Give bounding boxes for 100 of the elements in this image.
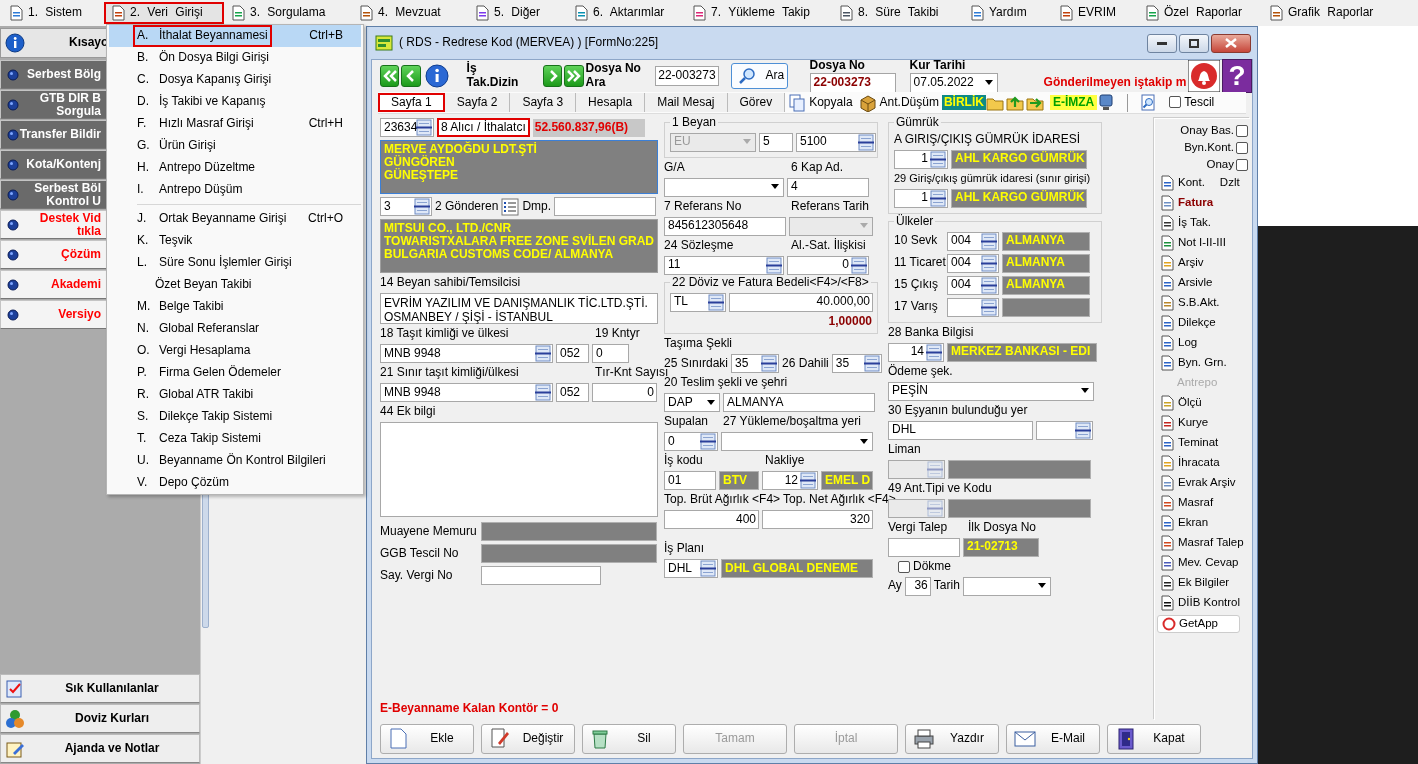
tab[interactable]: Görev	[727, 93, 786, 112]
lookup-field[interactable]: 35	[831, 354, 882, 374]
lookup-field[interactable]: MNB 9948	[380, 383, 553, 402]
lookup-button[interactable]	[981, 254, 997, 272]
menu-item[interactable]: P. Firma Gelen Ödemeler	[109, 362, 361, 384]
text-field[interactable]: 36	[904, 576, 931, 596]
monitor-icon[interactable]	[1097, 93, 1116, 112]
menu-item[interactable]: 8. Süre Takibi	[832, 2, 963, 24]
button[interactable]: Sil	[582, 724, 676, 754]
checkbox[interactable]: Byn.Kont.	[1157, 139, 1248, 156]
bell-icon[interactable]	[1188, 60, 1221, 92]
lookup-button[interactable]	[981, 276, 997, 294]
menu-item[interactable]: R. Global ATR Takibi	[109, 384, 361, 406]
side-item[interactable]: Fatura	[1157, 193, 1248, 213]
tab[interactable]: Sayfa 2	[444, 93, 511, 112]
menu-item[interactable]: 5. Diğer	[468, 2, 567, 24]
lookup-button[interactable]	[926, 343, 942, 361]
dropdown[interactable]: PEŞİN	[888, 381, 1094, 401]
lookup-button[interactable]	[800, 472, 816, 490]
side-item[interactable]: İhracata	[1157, 453, 1248, 473]
tab[interactable]: Sayfa 3	[510, 93, 577, 112]
menu-item[interactable]: 4. Mevzuat	[352, 2, 468, 24]
sidebar-button[interactable]: Sık Kullanılanlar	[0, 674, 200, 703]
side-button[interactable]: GetApp	[1157, 615, 1240, 633]
toolbar-button[interactable]: BİRLİK	[941, 94, 986, 111]
text-field[interactable]: 5	[759, 132, 793, 152]
side-item[interactable]: Evrak Arşiv	[1157, 473, 1248, 493]
dropdown[interactable]: DAP	[664, 393, 720, 413]
lookup-button[interactable]	[708, 293, 724, 311]
lookup-button[interactable]	[858, 133, 874, 151]
side-item[interactable]: İş Tak.	[1157, 213, 1248, 233]
text-field[interactable]: 052	[556, 383, 589, 402]
copy-button[interactable]: Kopyala	[785, 93, 856, 112]
side-item[interactable]: Dzlt	[1219, 176, 1240, 190]
close-button[interactable]	[1211, 33, 1251, 53]
menu-item[interactable]: Grafik Raporlar	[1262, 2, 1392, 24]
button[interactable]: Kapat	[1107, 724, 1201, 754]
lookup-field[interactable]	[1036, 420, 1093, 440]
lookup-button[interactable]	[535, 345, 551, 362]
first-button[interactable]	[380, 65, 400, 87]
menu-item[interactable]: A. İthalat Beyannamesi Ctrl+B	[109, 25, 361, 47]
text-field[interactable]: 052	[556, 344, 589, 363]
lookup-button[interactable]	[863, 355, 880, 373]
menu-item[interactable]: O. Vergi Hesaplama	[109, 340, 361, 362]
checkbox[interactable]: Onay	[1157, 156, 1248, 173]
menu-item[interactable]: 6. Aktarımlar	[567, 2, 685, 24]
side-item[interactable]: Teminat	[1157, 433, 1248, 453]
text-field[interactable]: 400	[664, 510, 759, 530]
lookup-field[interactable]: MNB 9948	[380, 344, 553, 363]
tab[interactable]: Sayfa 1	[378, 93, 445, 112]
lookup-field[interactable]: 1	[894, 188, 948, 208]
lookup-field[interactable]: 1	[894, 149, 948, 169]
text-field[interactable]: 40.000,00	[729, 292, 873, 312]
toolbar-button[interactable]: Ant.Düşüm	[855, 93, 942, 112]
button[interactable]: Yazdır	[905, 724, 999, 754]
info-button[interactable]	[424, 64, 449, 88]
lookup-button[interactable]	[416, 119, 432, 136]
side-item[interactable]: Ekran	[1157, 513, 1248, 533]
text-field[interactable]	[888, 537, 960, 557]
minimize-button[interactable]	[1147, 33, 1177, 53]
menu-item[interactable]: 1. Sistem	[2, 2, 104, 24]
lookup-button[interactable]	[981, 232, 997, 250]
lookup-field[interactable]: 23634	[380, 118, 434, 137]
text-field[interactable]: DHL	[888, 420, 1033, 440]
button[interactable]: E-Mail	[1006, 724, 1100, 754]
lookup-field[interactable]: 0	[787, 255, 869, 275]
lookup-button[interactable]	[535, 384, 551, 401]
search-button[interactable]: Ara	[730, 63, 788, 89]
side-item[interactable]: Masraf Talep	[1157, 533, 1248, 553]
menu-item[interactable]: U. Beyanname Ön Kontrol Bilgileri	[109, 450, 361, 472]
side-item[interactable]: Masraf	[1157, 493, 1248, 513]
lookup-field[interactable]: 5100	[796, 132, 876, 152]
side-item[interactable]: Not I-II-III	[1157, 233, 1248, 253]
previous-button[interactable]	[401, 65, 421, 87]
sidebar-button[interactable]: Ajanda ve Notlar	[0, 734, 200, 763]
menu-item[interactable]: S. Dilekçe Takip Sistemi	[109, 406, 361, 428]
side-item[interactable]: Ek Bilgiler	[1157, 573, 1248, 593]
last-button[interactable]	[564, 65, 584, 87]
menu-item[interactable]: 7. Yükleme Takip	[685, 2, 832, 24]
side-item[interactable]: Kont. Dzlt	[1157, 173, 1248, 193]
button[interactable]: Değiştir	[481, 724, 575, 754]
next-button[interactable]	[542, 65, 563, 87]
lookup-field[interactable]: 12	[762, 471, 818, 491]
lookup-field[interactable]: 004	[947, 231, 999, 251]
sidebar-button[interactable]: Doviz Kurları	[0, 704, 200, 733]
tab[interactable]: Mail Mesaj	[645, 93, 728, 112]
tab[interactable]: Hesapla	[576, 93, 646, 112]
search-field[interactable]: 22-003273	[655, 66, 719, 86]
text-area[interactable]: EVRİM YAZILIM VE DANIŞMANLIK TİC.LTD.ŞTİ. OSMANBEY / ŞİŞİ - İSTANBUL	[380, 293, 658, 324]
lookup-button[interactable]	[930, 189, 946, 207]
side-item[interactable]: Dilekçe	[1157, 313, 1248, 333]
text-field[interactable]: 0	[592, 383, 657, 402]
lookup-button[interactable]	[414, 198, 430, 215]
lookup-field[interactable]: TL	[670, 292, 726, 312]
side-item[interactable]: Arsivle	[1157, 273, 1248, 293]
menu-item[interactable]: Yardım	[963, 2, 1052, 24]
lookup-button[interactable]	[766, 256, 782, 274]
menu-item[interactable]: EVRIM	[1052, 2, 1138, 24]
text-field[interactable]	[481, 566, 601, 585]
checkbox[interactable]: Tescil	[1158, 95, 1218, 110]
